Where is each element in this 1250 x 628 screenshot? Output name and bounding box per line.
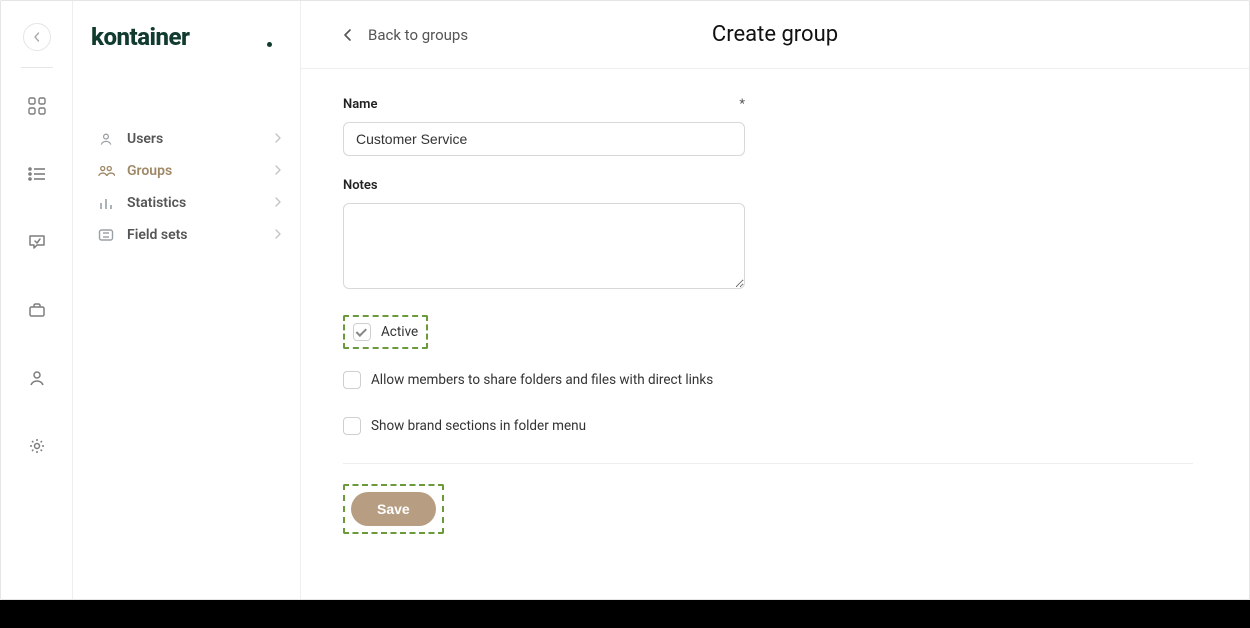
brand-logo: kontainer: [91, 23, 288, 51]
brand-sections-label: Show brand sections in folder menu: [371, 418, 586, 434]
share-checkbox-row[interactable]: Allow members to share folders and files…: [343, 371, 1207, 389]
bottom-black-bar: [0, 600, 1250, 628]
sidebar-item-label: Field sets: [127, 227, 188, 243]
sidebar-item-label: Statistics: [127, 195, 186, 211]
briefcase-icon: [27, 300, 47, 320]
divider: [343, 463, 1193, 464]
save-button[interactable]: Save: [351, 492, 436, 526]
sidebar-item-label: Users: [127, 131, 163, 147]
brand-sections-checkbox-row[interactable]: Show brand sections in folder menu: [343, 417, 1207, 435]
active-checkbox-row[interactable]: Active: [343, 315, 428, 349]
save-highlight: Save: [343, 484, 444, 534]
chevron-left-icon: [32, 32, 42, 42]
rail-user-icon[interactable]: [17, 358, 57, 398]
list-icon: [27, 164, 47, 184]
page-title: Create group: [712, 22, 838, 47]
name-label: Name: [343, 97, 377, 112]
icon-rail: [1, 1, 73, 599]
gear-icon: [27, 436, 47, 456]
user-icon: [27, 368, 47, 388]
required-indicator: *: [739, 97, 745, 112]
divider: [21, 67, 53, 68]
share-label: Allow members to share folders and files…: [371, 372, 713, 388]
chevron-right-icon: [274, 195, 282, 211]
rail-chat-icon[interactable]: [17, 222, 57, 262]
chevron-right-icon: [274, 163, 282, 179]
main-panel: Back to groups Create group Name * Notes: [301, 1, 1249, 599]
sidebar-item-statistics[interactable]: Statistics: [91, 187, 288, 219]
chevron-left-icon: [343, 28, 352, 42]
sidebar-item-label: Groups: [127, 163, 172, 179]
active-label: Active: [381, 324, 418, 340]
top-bar: Back to groups Create group: [301, 1, 1249, 69]
brand-sections-checkbox[interactable]: [343, 417, 361, 435]
form-content: Name * Notes Active Allow members to sha…: [301, 69, 1249, 599]
back-label: Back to groups: [368, 26, 468, 44]
collapse-button[interactable]: [23, 23, 51, 51]
field-icon: [97, 227, 115, 243]
sidebar-item-field-sets[interactable]: Field sets: [91, 219, 288, 251]
back-to-groups-link[interactable]: Back to groups: [343, 26, 468, 44]
active-checkbox[interactable]: [353, 323, 371, 341]
rail-apps-icon[interactable]: [17, 86, 57, 126]
notes-label: Notes: [343, 178, 378, 193]
user-icon: [97, 131, 115, 147]
share-checkbox[interactable]: [343, 371, 361, 389]
chevron-right-icon: [274, 131, 282, 147]
rail-briefcase-icon[interactable]: [17, 290, 57, 330]
name-input[interactable]: [343, 122, 745, 156]
grid-icon: [27, 96, 47, 116]
sidebar-item-groups[interactable]: Groups: [91, 155, 288, 187]
message-icon: [27, 232, 47, 252]
bar-chart-icon: [97, 195, 115, 211]
rail-list-icon[interactable]: [17, 154, 57, 194]
sub-navigation: kontainer Users Groups Statistics: [73, 1, 301, 599]
sidebar-item-users[interactable]: Users: [91, 123, 288, 155]
rail-settings-icon[interactable]: [17, 426, 57, 466]
users-icon: [97, 163, 115, 179]
notes-textarea[interactable]: [343, 203, 745, 289]
chevron-right-icon: [274, 227, 282, 243]
